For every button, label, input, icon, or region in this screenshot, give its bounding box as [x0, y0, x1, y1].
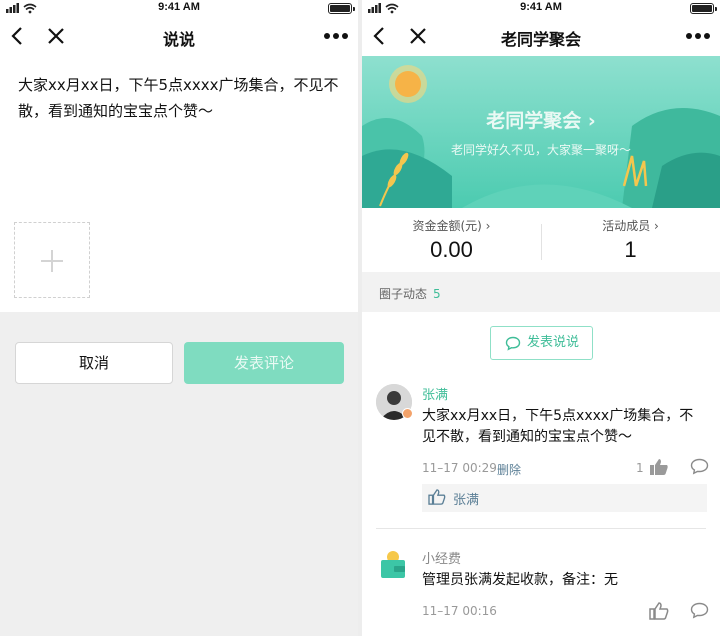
status-time: 9:41 AM — [520, 1, 562, 13]
post-text: 大家xx月xx日，下午5点xxxx广场集合，不见不散，看到通知的宝宝点个赞～ — [422, 408, 694, 445]
page-title: 说说 — [162, 30, 195, 49]
thumbs-up-icon[interactable] — [649, 458, 669, 476]
feed-header-label: 圈子动态 — [379, 287, 428, 301]
delete-link[interactable]: 删除 — [497, 461, 521, 478]
banner-subtitle: 老同学好久不见，大家聚一聚呀～ — [450, 143, 631, 157]
nav-bar: 说说 — [0, 16, 358, 56]
members-stat[interactable]: 活动成员 › 1 — [541, 208, 720, 263]
fund-amount-label: 资金金额(元) › — [412, 219, 491, 233]
status-bar: 9:41 AM — [0, 0, 358, 16]
members-value: 1 — [624, 237, 637, 262]
publish-post-button[interactable]: 发表说说 — [490, 326, 593, 360]
post-author: 小经费 — [422, 552, 462, 567]
nav-bar: 老同学聚会 — [362, 16, 720, 56]
status-bar: 9:41 AM — [362, 0, 720, 16]
thumbs-up-icon[interactable] — [649, 602, 669, 620]
stats-bar: 资金金额(元) › 0.00 活动成员 › 1 — [362, 208, 720, 272]
wallet-icon — [381, 551, 405, 578]
thumbs-up-icon — [428, 489, 446, 505]
feed-header: 圈子动态 5 — [362, 272, 720, 312]
more-icon[interactable] — [322, 24, 350, 48]
more-icon[interactable] — [684, 24, 712, 48]
add-photo-button[interactable] — [14, 222, 90, 298]
admin-badge-icon — [402, 408, 413, 419]
battery-icon — [328, 3, 355, 14]
group-banner[interactable]: 老同学聚会 › 老同学好久不见，大家聚一聚呀～ — [362, 56, 720, 208]
banner-title: 老同学聚会 › — [486, 110, 596, 132]
members-label: 活动成员 › — [602, 219, 659, 233]
fund-amount-value: 0.00 — [430, 237, 473, 262]
compose-screen: 9:41 AM 说说 大家xx月xx日，下午5点xxxx广场集合，不见不散，看到… — [0, 0, 358, 636]
comment-icon[interactable] — [690, 458, 709, 475]
fund-amount-stat[interactable]: 资金金额(元) › 0.00 — [362, 208, 541, 263]
post-time: 11–17 00:16 — [422, 604, 497, 618]
liked-by-name[interactable]: 张满 — [453, 489, 479, 508]
post-author[interactable]: 张满 — [422, 384, 448, 403]
post-time: 11–17 00:29 — [422, 461, 497, 475]
battery-icon — [690, 3, 717, 14]
submit-comment-button[interactable]: 发表评论 — [184, 342, 344, 384]
publish-post-label: 发表说说 — [527, 335, 580, 350]
post-text-input[interactable]: 大家xx月xx日，下午5点xxxx广场集合，不见不散，看到通知的宝宝点个赞～ — [18, 72, 346, 124]
like-count: 1 — [636, 461, 644, 475]
group-screen: 9:41 AM 老同学聚会 老同学聚会 › 老同学好久不见，大家聚一聚呀～ 资金… — [362, 0, 720, 636]
post-divider — [376, 528, 706, 529]
likes-box: 张满 — [422, 484, 707, 512]
page-title: 老同学聚会 — [500, 30, 581, 49]
comment-icon[interactable] — [690, 602, 709, 619]
post-text: 管理员张满发起收款，备注：无 — [422, 572, 618, 588]
speech-bubble-icon — [505, 336, 521, 351]
status-time: 9:41 AM — [158, 1, 200, 13]
cancel-button[interactable]: 取消 — [15, 342, 173, 384]
feed-count: 5 — [433, 287, 441, 301]
